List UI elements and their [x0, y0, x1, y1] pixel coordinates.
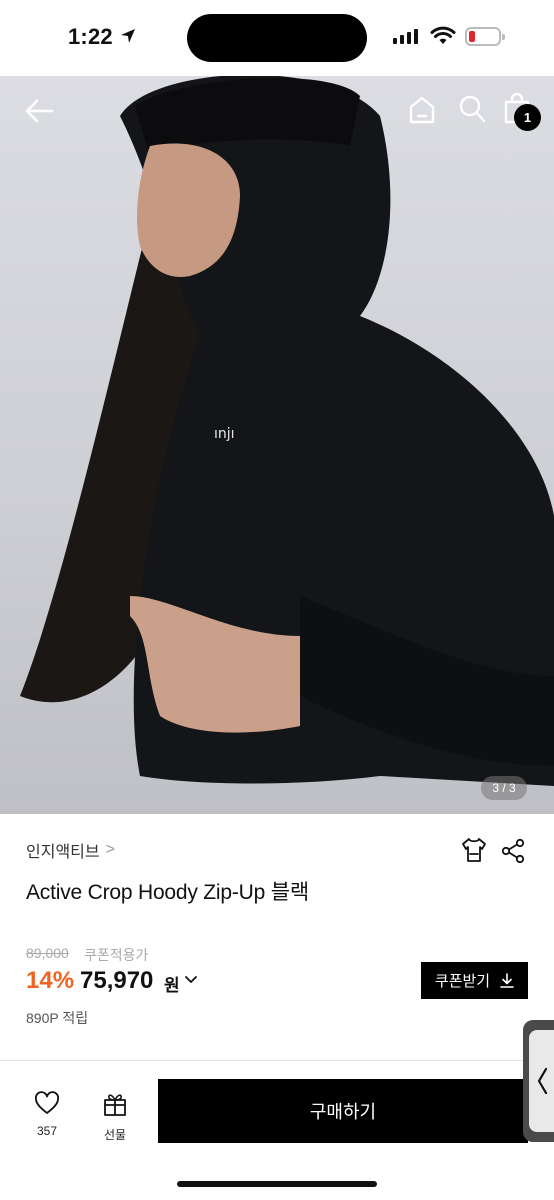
- wifi-icon: [430, 26, 456, 44]
- gift-label: 선물: [103, 1128, 127, 1142]
- product-photo: ınjı: [20, 76, 554, 786]
- cart-count-badge: 1: [514, 104, 541, 131]
- location-arrow-icon: [121, 29, 135, 43]
- original-price: 89,000: [26, 945, 69, 961]
- gift-icon: [104, 1094, 126, 1116]
- dynamic-island: [187, 14, 367, 62]
- coupon-price-label: 쿠폰적용가: [84, 947, 149, 963]
- bottom-action-bar: 357 선물 구매하기: [0, 1061, 554, 1200]
- share-icon[interactable]: [500, 838, 526, 864]
- coupon-download-button[interactable]: 쿠폰받기: [421, 962, 528, 999]
- product-image[interactable]: ınjı 1 3 / 3: [0, 76, 554, 814]
- coupon-button-label: 쿠폰받기: [434, 973, 491, 990]
- tshirt-icon[interactable]: [460, 836, 488, 864]
- like-count: 357: [36, 1124, 58, 1138]
- reward-points: 890P 적립: [26, 1010, 89, 1026]
- search-icon[interactable]: [458, 94, 486, 124]
- discount-rate: 14%: [26, 967, 75, 994]
- home-icon[interactable]: [407, 94, 437, 126]
- download-icon: [500, 973, 514, 988]
- image-page-indicator: 3 / 3: [481, 776, 527, 800]
- chevron-right-icon: >: [105, 841, 115, 858]
- status-time: 1:22: [68, 24, 113, 49]
- battery-icon: [465, 27, 505, 46]
- like-button[interactable]: 357: [28, 1091, 66, 1138]
- back-arrow-icon[interactable]: [22, 94, 56, 128]
- cellular-signal-icon: [393, 29, 418, 44]
- product-title: Active Crop Hoody Zip-Up 블랙: [26, 881, 309, 904]
- hoodie-logo: ınjı: [214, 426, 235, 442]
- buy-button[interactable]: 구매하기: [158, 1079, 528, 1143]
- buy-button-label: 구매하기: [309, 1102, 377, 1122]
- brand-link[interactable]: 인지액티브 >: [26, 838, 115, 862]
- brand-name: 인지액티브: [26, 844, 100, 861]
- side-drawer-tab[interactable]: [523, 1020, 554, 1142]
- chevron-down-icon[interactable]: [184, 973, 198, 987]
- heart-icon: [35, 1091, 59, 1114]
- gift-button[interactable]: 선물: [96, 1091, 134, 1143]
- sale-price: 75,970: [80, 967, 154, 994]
- status-bar: 1:22: [0, 0, 554, 76]
- currency-unit: 원: [164, 976, 180, 995]
- home-indicator: [177, 1181, 377, 1187]
- chevron-left-icon: [537, 1067, 547, 1095]
